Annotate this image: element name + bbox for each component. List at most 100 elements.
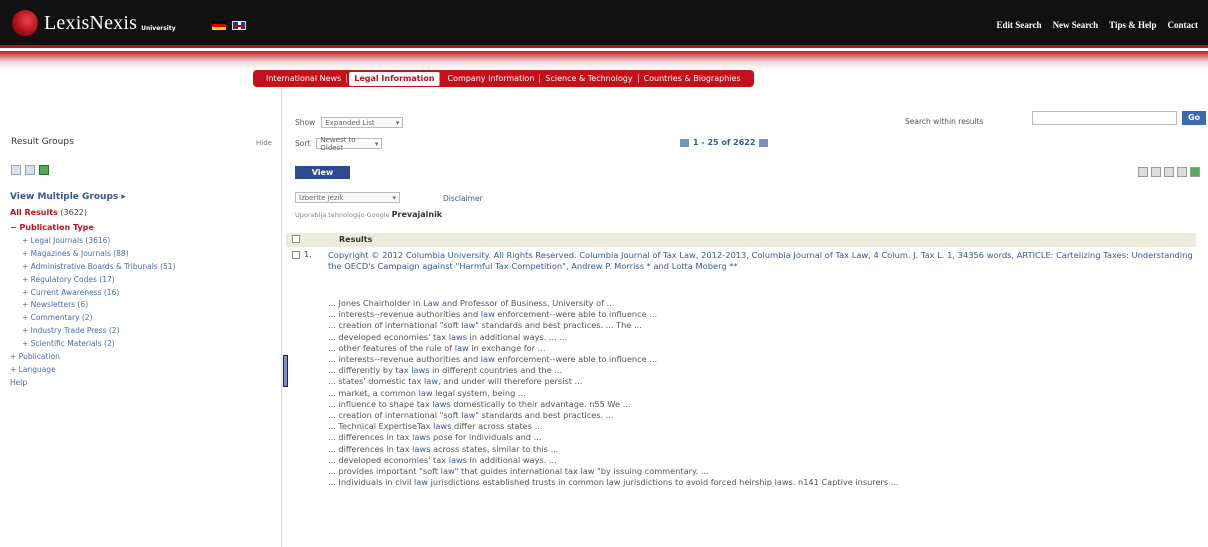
snippet-line: ... influence to shape tax laws domestic… xyxy=(328,398,631,409)
show-select-value: Expanded List xyxy=(325,118,375,127)
search-within-label: Search within results xyxy=(905,117,984,126)
hide-panel-link[interactable]: Hide xyxy=(256,139,272,147)
snippet-line: ... differences in tax laws across state… xyxy=(328,443,559,454)
snippet-line: ... Individuals in civil law jurisdictio… xyxy=(328,477,899,488)
tab-countries-biographies[interactable]: Countries & Biographies xyxy=(639,74,746,83)
snippet-highlight: Law xyxy=(423,298,440,308)
group-item-commentary[interactable]: + Commentary (2) xyxy=(10,312,280,325)
group-item-admin-boards[interactable]: + Administrative Boards & Tribunals (51) xyxy=(10,261,280,274)
prev-page-icon[interactable] xyxy=(680,138,689,147)
snippet-highlight: laws xyxy=(412,432,431,443)
result-checkbox[interactable] xyxy=(292,251,300,259)
sort-row: Sort Newest to Oldest xyxy=(295,135,383,152)
download-icon[interactable] xyxy=(1177,167,1187,177)
select-all-checkbox[interactable] xyxy=(292,235,300,243)
snippet-highlight: law xyxy=(418,387,433,398)
language-group[interactable]: + Language xyxy=(10,364,280,377)
group-view-icons xyxy=(11,165,49,175)
alert-icon[interactable] xyxy=(1190,167,1200,177)
result-snippets: ... Jones Chairholder in Law and Profess… xyxy=(328,298,1198,488)
save-icon[interactable] xyxy=(1164,167,1174,177)
search-within-input[interactable] xyxy=(1032,111,1177,125)
tab-company-information[interactable]: Company Information xyxy=(442,74,541,83)
group-item-magazines[interactable]: + Magazines & Journals (88) xyxy=(10,248,280,261)
language-select[interactable]: Izberite jezik xyxy=(295,192,400,203)
all-results-count: (3622) xyxy=(60,208,87,217)
snippet-line: ... differences in tax laws pose for ind… xyxy=(328,432,542,443)
print-icon[interactable] xyxy=(1138,167,1148,177)
snippet-line: ... interests--revenue authorities and l… xyxy=(328,309,658,320)
snippet-highlight: law xyxy=(424,376,439,387)
group-item-label: Legal Journals (3616) xyxy=(30,235,111,245)
logo-mark-icon xyxy=(12,10,38,36)
group-tree: − Publication Type + Legal Journals (361… xyxy=(10,222,280,390)
snippet-line: ... developed economies' tax laws in add… xyxy=(328,454,557,465)
snippet-line: ... states' domestic tax law, and under … xyxy=(328,376,583,387)
snippet-line: ... Technical ExpertiseTax laws differ a… xyxy=(328,421,543,432)
group-item-scientific[interactable]: + Scientific Materials (2) xyxy=(10,338,280,351)
lexisnexis-logo[interactable]: LexisNexis University xyxy=(12,10,176,36)
group-item-label: Newsletters (6) xyxy=(30,300,89,310)
tab-science-technology[interactable]: Science & Technology xyxy=(540,74,639,83)
snippet-highlight: law xyxy=(480,309,495,320)
help-link[interactable]: Help xyxy=(10,377,280,390)
snippet-highlight: laws xyxy=(412,443,431,454)
show-label: Show xyxy=(295,118,316,127)
snippet-highlight: law xyxy=(461,410,476,421)
email-icon[interactable] xyxy=(1151,167,1161,177)
all-results-label: All Results xyxy=(10,208,58,217)
result-citation-link[interactable]: Copyright © 2012 Columbia University. Al… xyxy=(328,250,1198,273)
snippet-highlight: laws xyxy=(448,331,467,342)
group-item-label: Magazines & Journals (88) xyxy=(30,248,129,258)
edit-search-link[interactable]: Edit Search xyxy=(996,20,1041,30)
group-item-current-awareness[interactable]: + Current Awareness (16) xyxy=(10,287,280,300)
group-item-industry-trade[interactable]: + Industry Trade Press (2) xyxy=(10,325,280,338)
pager: 1 - 25 of 2622 xyxy=(676,138,772,147)
top-bar: LexisNexis University Edit Search New Se… xyxy=(0,0,1208,48)
publication-group[interactable]: + Publication xyxy=(10,351,280,364)
snippet-highlight: laws xyxy=(448,454,467,465)
view-multiple-groups-link[interactable]: View Multiple Groups ▸ xyxy=(10,192,126,202)
powered-by: Uporablja tehnologijo Google Prevajalnik xyxy=(295,210,442,219)
language-label: Language xyxy=(18,364,56,374)
snippet-line: ... Jones Chairholder in Law and Profess… xyxy=(328,298,615,308)
sort-select-value: Newest to Oldest xyxy=(320,135,356,152)
snippet-highlight: law xyxy=(414,477,428,488)
new-search-link[interactable]: New Search xyxy=(1053,20,1099,30)
disclaimer-link[interactable]: Disclaimer xyxy=(443,194,483,203)
snippet-line: ... creation of international "soft law"… xyxy=(328,410,614,421)
publication-type-group[interactable]: − Publication Type xyxy=(10,222,280,235)
show-select[interactable]: Expanded List xyxy=(321,117,404,128)
powered-translator[interactable]: Prevajalnik xyxy=(392,210,443,219)
next-page-icon[interactable] xyxy=(759,138,769,147)
grid-view-icon[interactable] xyxy=(11,165,21,175)
tips-help-link[interactable]: Tips & Help xyxy=(1109,20,1156,30)
result-number: 1. xyxy=(304,250,312,259)
snippet-line: ... market, a common law legal system, b… xyxy=(328,387,526,398)
group-item-regulatory-codes[interactable]: + Regulatory Codes (17) xyxy=(10,274,280,287)
uk-flag-icon[interactable] xyxy=(232,21,246,30)
view-tagged-button[interactable]: View Tagged xyxy=(295,166,350,190)
contact-link[interactable]: Contact xyxy=(1168,20,1199,30)
all-results[interactable]: All Results (3622) xyxy=(10,208,87,217)
result-tools xyxy=(1138,167,1200,177)
brand-name: LexisNexis xyxy=(44,11,138,34)
pager-range: 1 - 25 of 2622 xyxy=(693,138,756,147)
snippet-line: ... other features of the rule of law in… xyxy=(328,342,546,353)
sort-label: Sort xyxy=(295,139,311,148)
german-flag-icon[interactable] xyxy=(212,21,226,30)
list-view-icon[interactable] xyxy=(25,165,35,175)
tab-international-news[interactable]: International News xyxy=(261,74,348,83)
group-item-label: Commentary (2) xyxy=(30,313,93,323)
snippet-highlight: law xyxy=(480,354,495,365)
tab-legal-information[interactable]: Legal Information xyxy=(349,71,441,86)
decorative-band xyxy=(0,51,1208,69)
go-button[interactable]: Go xyxy=(1182,111,1206,125)
sort-select[interactable]: Newest to Oldest xyxy=(316,135,383,152)
group-item-label: Regulatory Codes (17) xyxy=(30,274,115,284)
publication-label: Publication xyxy=(18,352,60,362)
snippet-highlight: law xyxy=(461,320,476,331)
group-item-newsletters[interactable]: + Newsletters (6) xyxy=(10,299,280,312)
group-item-legal-journals[interactable]: + Legal Journals (3616) xyxy=(10,235,280,248)
chart-view-icon[interactable] xyxy=(39,165,49,175)
